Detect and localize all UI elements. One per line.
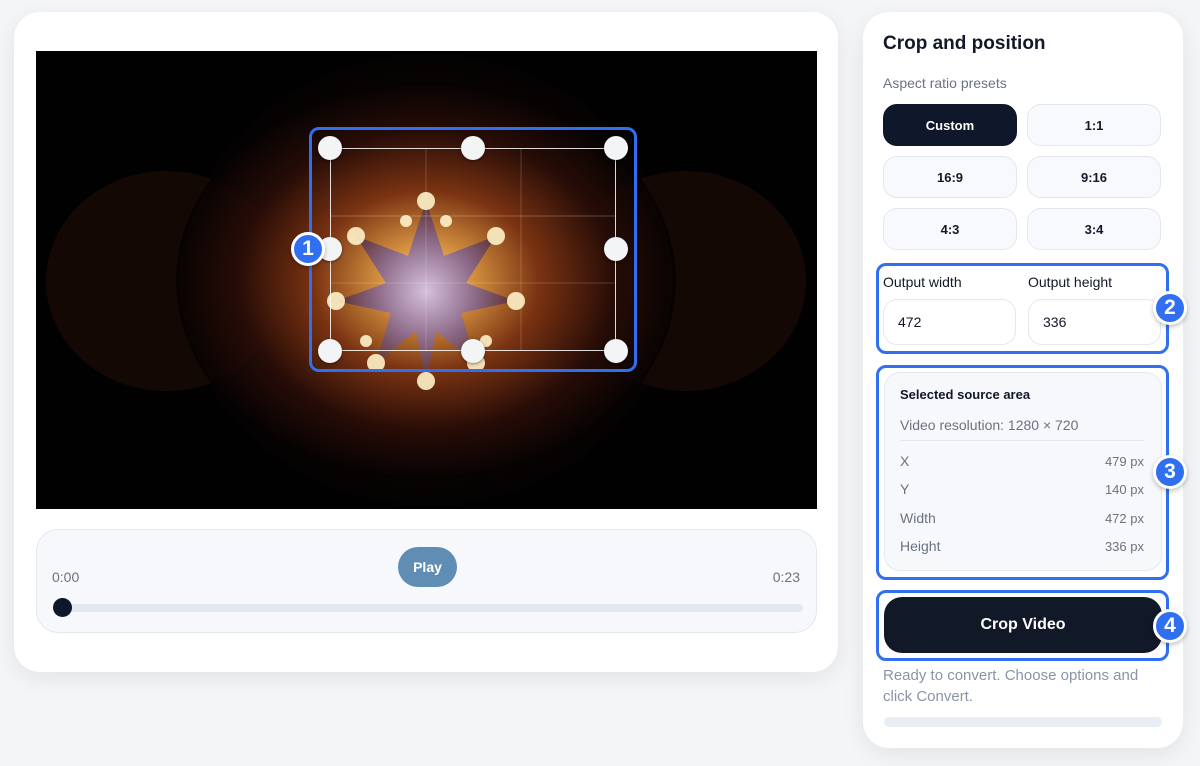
conversion-progress-bar xyxy=(884,717,1162,727)
seek-track[interactable] xyxy=(63,604,803,612)
preset-16-9[interactable]: 16:9 xyxy=(883,156,1017,198)
source-area-title: Selected source area xyxy=(900,387,1031,402)
annotation-badge-4: 4 xyxy=(1153,609,1187,643)
output-height-input[interactable] xyxy=(1028,299,1161,345)
crop-handle-top-right[interactable] xyxy=(604,136,628,160)
crop-selection-frame[interactable] xyxy=(330,148,616,351)
annotation-badge-2: 2 xyxy=(1153,291,1187,325)
duration: 0:23 xyxy=(772,569,800,585)
crop-handle-bottom-right[interactable] xyxy=(604,339,628,363)
panel-title: Crop and position xyxy=(883,33,1046,54)
source-x-value: 479 px xyxy=(1104,454,1144,469)
source-height-value: 336 px xyxy=(1104,539,1144,554)
source-y-value: 140 px xyxy=(1104,482,1144,497)
crop-handle-right[interactable] xyxy=(604,237,628,261)
source-x-label: X xyxy=(900,453,910,469)
play-button[interactable]: Play xyxy=(398,547,457,587)
source-height-label: Height xyxy=(900,538,941,554)
annotation-badge-3: 3 xyxy=(1153,455,1187,489)
crop-video-button[interactable]: Crop Video xyxy=(884,597,1162,653)
output-width-label: Output width xyxy=(883,274,962,290)
timeline: Play 0:00 0:23 xyxy=(36,529,817,633)
preset-custom[interactable]: Custom xyxy=(883,104,1017,146)
preset-1-1[interactable]: 1:1 xyxy=(1027,104,1161,146)
status-text: Ready to convert. Choose options and cli… xyxy=(883,667,1139,705)
source-divider xyxy=(900,440,1144,441)
source-y-label: Y xyxy=(900,481,910,497)
output-height-label: Output height xyxy=(1028,274,1113,290)
seek-thumb[interactable] xyxy=(53,598,72,617)
output-width-input[interactable] xyxy=(883,299,1016,345)
crop-handle-top-left[interactable] xyxy=(318,136,342,160)
crop-handle-bottom-left[interactable] xyxy=(318,339,342,363)
source-width-label: Width xyxy=(900,510,936,526)
annotation-badge-1: 1 xyxy=(291,232,325,266)
preset-9-16[interactable]: 9:16 xyxy=(1027,156,1161,198)
crop-handle-bottom[interactable] xyxy=(461,339,485,363)
video-resolution: Video resolution: 1280 × 720 xyxy=(900,417,1079,433)
preset-3-4[interactable]: 3:4 xyxy=(1027,208,1161,250)
current-time: 0:00 xyxy=(52,569,80,585)
presets-label: Aspect ratio presets xyxy=(883,75,1007,91)
preset-4-3[interactable]: 4:3 xyxy=(883,208,1017,250)
crop-handle-top[interactable] xyxy=(461,136,485,160)
source-width-value: 472 px xyxy=(1104,511,1144,526)
